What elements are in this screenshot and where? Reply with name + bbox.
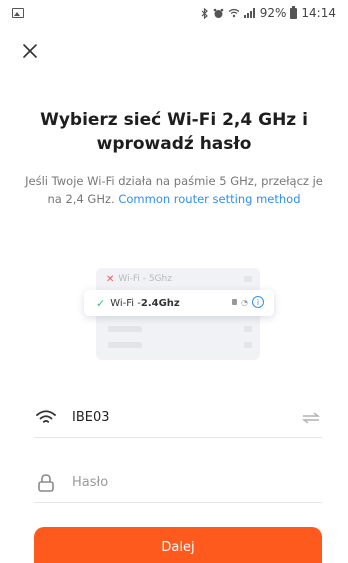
lock-icon: [232, 299, 238, 305]
row-24-band: 2.4Ghz: [140, 297, 180, 309]
router-setting-link[interactable]: Common router setting method: [118, 192, 300, 206]
placeholder-bar: [108, 342, 142, 348]
signal-icon: [243, 8, 255, 18]
battery-icon: [290, 5, 298, 19]
placeholder-dot: [244, 342, 252, 348]
lock-icon: [34, 471, 58, 495]
row-24-icons: ◔ i: [232, 296, 264, 308]
wifi-name-value[interactable]: IBE03: [72, 410, 300, 425]
wifi-icon: ◔: [241, 297, 248, 307]
password-input[interactable]: [72, 475, 322, 490]
next-button[interactable]: Dalej: [34, 527, 322, 563]
page-description: Jeśli Twoje Wi-Fi działa na paśmie 5 GHz…: [24, 172, 324, 208]
screen: 92% 14:14 Wybierz sieć Wi-Fi 2,4 GHz i w…: [0, 0, 348, 563]
illustration-row-24ghz: ✓ Wi-Fi - 2.4Ghz ◔ i: [84, 290, 274, 316]
page-title: Wybierz sieć Wi-Fi 2,4 GHz i wprowadź ha…: [40, 110, 308, 154]
wifi-icon: [34, 406, 58, 430]
row-24-prefix: Wi-Fi -: [110, 297, 141, 309]
gallery-notification-icon: [12, 8, 24, 18]
close-button[interactable]: [17, 38, 43, 64]
info-icon: i: [252, 296, 264, 308]
status-bar: 92% 14:14: [0, 0, 348, 26]
switch-network-icon[interactable]: [300, 408, 322, 428]
clock: 14:14: [301, 6, 336, 20]
alarm-icon: [213, 8, 224, 18]
status-right: 92% 14:14: [201, 5, 336, 20]
close-icon: [23, 44, 37, 58]
illustration-row-5ghz: ✕ Wi-Fi - 5Ghz: [96, 268, 260, 290]
placeholder-dot: [244, 326, 252, 332]
battery-percent: 92%: [259, 6, 287, 20]
cross-icon: ✕: [106, 273, 115, 285]
placeholder-bar: [108, 326, 142, 332]
placeholder-dot: [244, 276, 252, 282]
row-5ghz-label: Wi-Fi - 5Ghz: [118, 274, 172, 284]
bluetooth-icon: [201, 7, 208, 19]
status-left: [12, 8, 24, 18]
wifi-band-illustration: ✕ Wi-Fi - 5Ghz ✓ Wi-Fi - 2.4Ghz ◔ i: [84, 262, 274, 364]
check-icon: ✓: [96, 296, 106, 310]
wifi-name-field[interactable]: IBE03: [34, 398, 322, 438]
password-field[interactable]: [34, 463, 322, 503]
wifi-status-icon: [228, 8, 240, 18]
